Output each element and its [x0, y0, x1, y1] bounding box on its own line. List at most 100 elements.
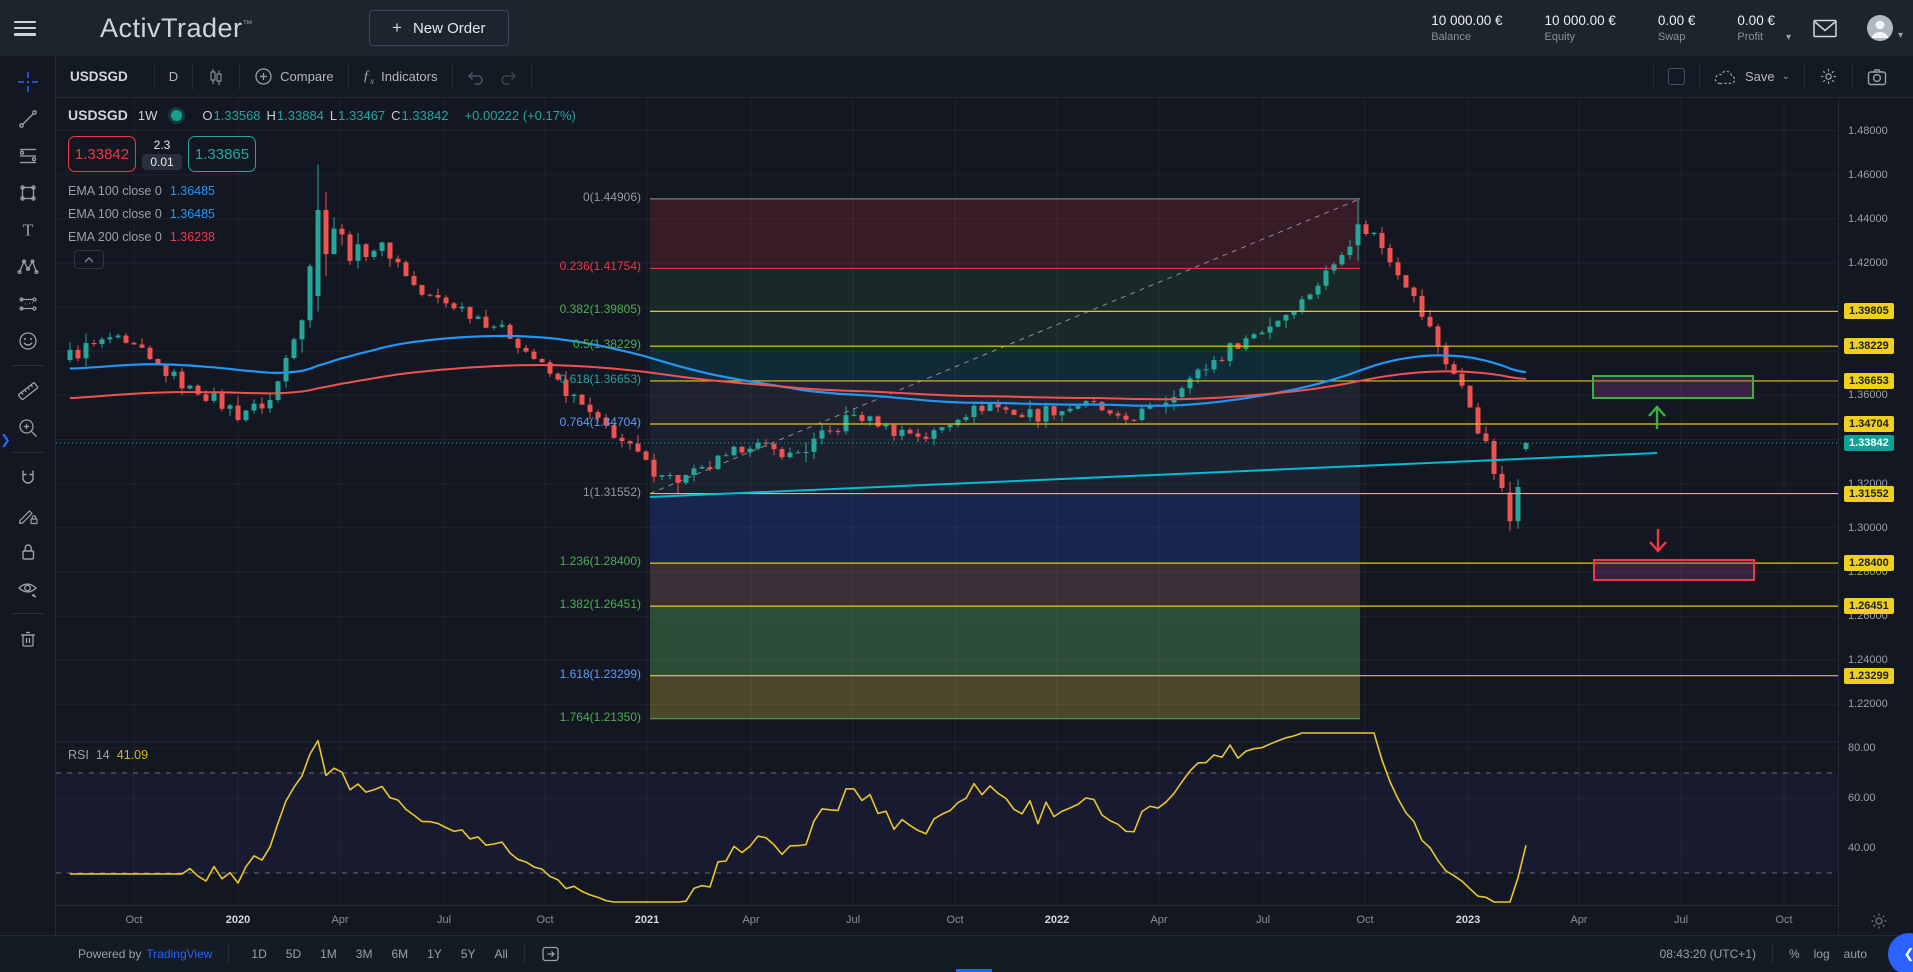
- buy-button[interactable]: 1.33865: [188, 136, 256, 172]
- point-value: 0.01: [142, 154, 181, 170]
- indicator-row[interactable]: EMA 100 close 01.36485: [68, 179, 215, 202]
- time-axis-label[interactable]: Oct: [946, 914, 963, 926]
- price-axis-label: 1.36000: [1848, 387, 1888, 403]
- time-axis-label[interactable]: Jul: [1674, 914, 1688, 926]
- time-axis-label[interactable]: 2021: [635, 914, 659, 926]
- account-menu[interactable]: ▾: [1865, 13, 1903, 43]
- date-range-buttons: 1D 5D 1M 3M 6M 1Y 5Y All: [251, 947, 507, 961]
- price-axis-label: 1.44000: [1848, 211, 1888, 227]
- fib-band: [650, 311, 1360, 346]
- drawing-tool-draw-lock[interactable]: [8, 496, 48, 533]
- screenshot-button[interactable]: [1853, 68, 1901, 86]
- ohlc-values: O1.33568H1.33884L1.33467C1.33842: [196, 108, 448, 123]
- legend-symbol[interactable]: USDSGD: [68, 107, 128, 123]
- time-axis-label[interactable]: Oct: [125, 914, 142, 926]
- time-axis-label[interactable]: Oct: [536, 914, 553, 926]
- session-settings-icon[interactable]: [1871, 913, 1887, 929]
- drawing-tool-hide-all[interactable]: [8, 570, 48, 607]
- range-6m[interactable]: 6M: [391, 947, 408, 961]
- candles-icon: [207, 68, 225, 86]
- drawing-tool-zoom-in[interactable]: [8, 409, 48, 446]
- undo-icon[interactable]: [465, 69, 485, 85]
- drawing-tool-crosshair[interactable]: [8, 63, 48, 100]
- time-axis-label[interactable]: Jul: [846, 914, 860, 926]
- cloud-save-icon: [1714, 69, 1738, 85]
- chevron-down-icon[interactable]: ▾: [1786, 32, 1791, 43]
- drawing-tool-trend-line[interactable]: [8, 100, 48, 137]
- legend-collapse-button[interactable]: [74, 250, 104, 269]
- drawing-tool-ruler[interactable]: [8, 372, 48, 409]
- range-1y[interactable]: 1Y: [427, 947, 442, 961]
- drawing-tool-fib-retracement[interactable]: [8, 137, 48, 174]
- go-to-date-icon[interactable]: [541, 945, 560, 963]
- drawing-tool-magnet[interactable]: [8, 459, 48, 496]
- time-axis-label[interactable]: 2020: [226, 914, 250, 926]
- time-axis-label[interactable]: Apr: [742, 914, 759, 926]
- save-layout-button[interactable]: Save ⌄: [1700, 69, 1804, 85]
- interval-selector[interactable]: D: [155, 69, 192, 84]
- draw-lock-icon: [17, 504, 39, 526]
- price-chart[interactable]: [56, 98, 1838, 905]
- rsi-legend[interactable]: RSI 14 41.09: [68, 748, 148, 762]
- mail-icon[interactable]: [1813, 19, 1837, 38]
- symbol-selector[interactable]: USDSGD: [56, 69, 154, 84]
- time-axis-label[interactable]: Apr: [331, 914, 348, 926]
- redo-icon[interactable]: [499, 69, 519, 85]
- camera-icon: [1867, 68, 1887, 86]
- ohlc-o: O1.33568: [202, 108, 260, 123]
- drawing-tool-emoji[interactable]: [8, 322, 48, 359]
- watchlist-open-handle[interactable]: ❯: [0, 428, 13, 452]
- range-5d[interactable]: 5D: [286, 947, 301, 961]
- avatar: [1865, 13, 1895, 43]
- auto-scale-button[interactable]: auto: [1844, 947, 1867, 961]
- bottom-toolbar: Powered by TradingView 1D 5D 1M 3M 6M 1Y 5Y All…: [0, 935, 1913, 972]
- range-3m[interactable]: 3M: [356, 947, 373, 961]
- demand-zone[interactable]: [1594, 560, 1754, 580]
- ohlc-c: C1.33842: [391, 108, 448, 123]
- indicator-row[interactable]: EMA 100 close 01.36485: [68, 202, 215, 225]
- panel-open-button[interactable]: ❮: [1888, 933, 1913, 972]
- drawing-tool-lock-all[interactable]: [8, 533, 48, 570]
- indicators-button[interactable]: ƒx Indicators: [349, 68, 452, 86]
- time-axis-label[interactable]: Jul: [1256, 914, 1270, 926]
- price-axis[interactable]: 1.480001.460001.440001.420001.360001.320…: [1838, 98, 1913, 935]
- time-axis-label[interactable]: Jul: [437, 914, 451, 926]
- arrow-up-icon: [1649, 407, 1665, 429]
- supply-zone[interactable]: [1593, 376, 1753, 398]
- range-1m[interactable]: 1M: [320, 947, 337, 961]
- indicator-row[interactable]: EMA 200 close 01.36238: [68, 225, 215, 248]
- powered-by-label: Powered by: [78, 947, 141, 961]
- time-axis[interactable]: Oct 2020 Apr Jul Oct 2021 Apr Jul Oct 2022 Apr Jul O…: [56, 905, 1838, 936]
- time-axis-label[interactable]: Oct: [1356, 914, 1373, 926]
- drawing-tool-xabcd-pattern[interactable]: [8, 248, 48, 285]
- time-axis-label[interactable]: Apr: [1570, 914, 1587, 926]
- time-axis-label[interactable]: 2022: [1045, 914, 1069, 926]
- drawing-tool-trash[interactable]: [8, 620, 48, 657]
- percent-scale-button[interactable]: %: [1789, 947, 1800, 961]
- price-axis-label: 1.48000: [1848, 123, 1888, 139]
- account-stat-profit: 0.00 €Profit▾: [1737, 13, 1775, 43]
- drawing-tool-text-tool[interactable]: T: [8, 211, 48, 248]
- hide-all-icon: [16, 578, 40, 600]
- time-axis-label[interactable]: 2023: [1456, 914, 1480, 926]
- new-order-button[interactable]: + New Order: [369, 10, 508, 46]
- legend-interval: 1W: [138, 108, 158, 123]
- market-open-dot-icon[interactable]: [171, 110, 182, 121]
- drawing-tool-forecast[interactable]: [8, 285, 48, 322]
- time-axis-label[interactable]: Apr: [1150, 914, 1167, 926]
- log-scale-button[interactable]: log: [1814, 947, 1830, 961]
- drawing-tool-shapes[interactable]: [8, 174, 48, 211]
- chart-settings-button[interactable]: [1805, 67, 1852, 86]
- layout-checkbox[interactable]: [1668, 68, 1685, 85]
- indicator-value: 1.36485: [170, 207, 215, 221]
- range-1d[interactable]: 1D: [251, 947, 266, 961]
- menu-icon[interactable]: [14, 21, 36, 36]
- chart-style-button[interactable]: [193, 68, 239, 86]
- compare-button[interactable]: Compare: [240, 67, 347, 86]
- range-5y[interactable]: 5Y: [461, 947, 476, 961]
- tradingview-link[interactable]: TradingView: [146, 947, 212, 961]
- time-axis-label[interactable]: Oct: [1775, 914, 1792, 926]
- range-all[interactable]: All: [495, 947, 508, 961]
- trading-platform: ActivTrader™ + New Order 10 000.00 €Bala…: [0, 0, 1913, 972]
- sell-button[interactable]: 1.33842: [68, 136, 136, 172]
